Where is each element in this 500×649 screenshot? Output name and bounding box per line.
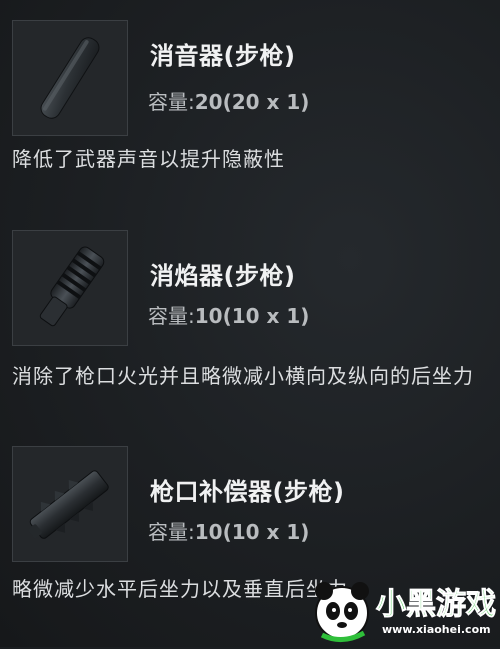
item-description: 消除了枪口火光并且略微减小横向及纵向的后坐力 xyxy=(12,364,474,388)
capacity-label: 容量: xyxy=(148,90,195,114)
item-title: 枪口补偿器(步枪) xyxy=(150,478,345,506)
item-title: 消音器(步枪) xyxy=(150,42,296,70)
item-capacity: 容量:10(10 x 1) xyxy=(148,300,309,329)
capacity-label: 容量: xyxy=(148,520,195,544)
item-capacity: 容量:20(20 x 1) xyxy=(148,86,309,115)
capacity-value: 20(20 x 1) xyxy=(194,90,310,114)
watermark-brand: 小黑游戏 xyxy=(376,587,497,623)
item-description: 降低了武器声音以提升隐蔽性 xyxy=(12,147,285,171)
list-item-suppressor[interactable]: 消音器(步枪) 容量:20(20 x 1) 降低了武器声音以提升隐蔽性 xyxy=(0,0,500,210)
capacity-label: 容量: xyxy=(148,304,195,328)
item-capacity: 容量:10(10 x 1) xyxy=(148,516,309,545)
item-title: 消焰器(步枪) xyxy=(150,262,296,290)
watermark-url: www.xiaohei.com xyxy=(382,623,491,636)
watermark-logo: 小黑游戏 www.xiaohei.com xyxy=(304,573,497,645)
item-thumbnail xyxy=(12,20,128,136)
suppressor-icon xyxy=(40,37,100,119)
item-thumbnail xyxy=(12,446,128,562)
capacity-value: 10(10 x 1) xyxy=(194,520,310,544)
flash-hider-icon xyxy=(39,246,105,327)
item-thumbnail xyxy=(12,230,128,346)
capacity-value: 10(10 x 1) xyxy=(194,304,310,328)
compensator-icon xyxy=(28,470,109,539)
list-item-flash-hider[interactable]: 消焰器(步枪) 容量:10(10 x 1) 消除了枪口火光并且略微减小横向及纵向… xyxy=(0,210,500,430)
